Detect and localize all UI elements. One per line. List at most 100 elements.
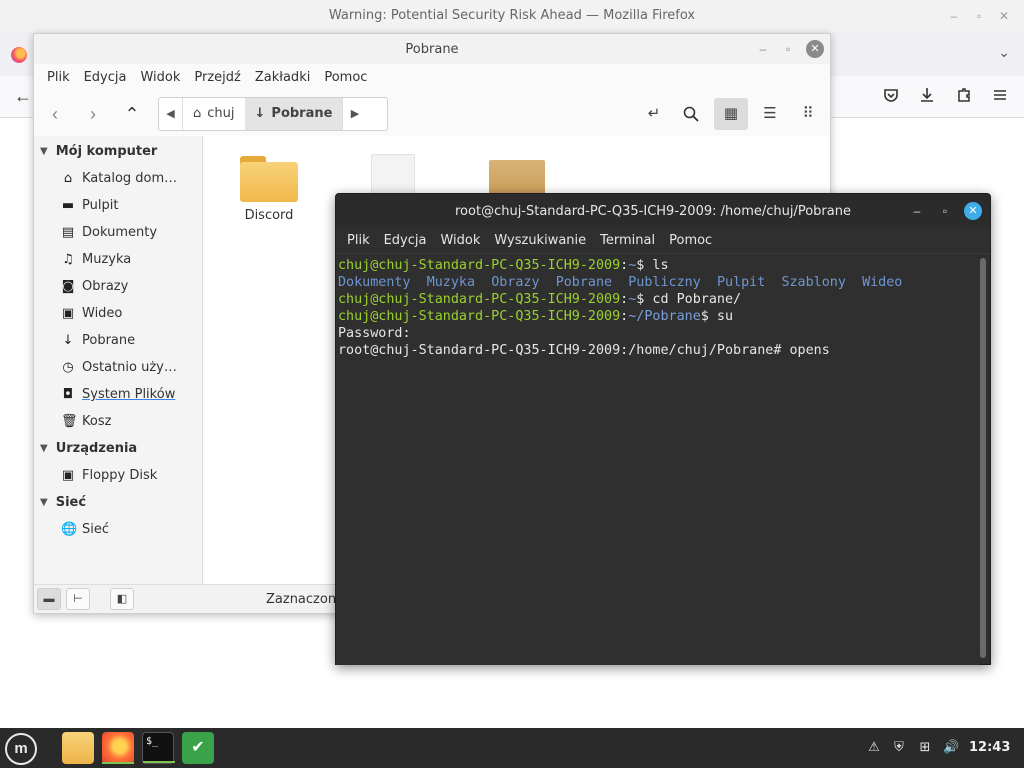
downloads-icon[interactable] bbox=[918, 86, 938, 106]
recent-icon: ◷ bbox=[62, 360, 74, 375]
hide-sidebar-icon[interactable]: ◧ bbox=[110, 588, 134, 610]
menu-view[interactable]: Widok bbox=[133, 66, 187, 92]
sidebar-section-network[interactable]: ▼ Sieć bbox=[34, 489, 202, 516]
terminal-output[interactable]: chuj@chuj-Standard-PC-Q35-ICH9-2009:~$ l… bbox=[336, 255, 979, 665]
clock[interactable]: 12:43 bbox=[969, 740, 1010, 755]
up-icon[interactable]: ⌃ bbox=[119, 103, 145, 127]
maximize-icon[interactable]: ▫ bbox=[936, 202, 954, 220]
menu-help[interactable]: Pomoc bbox=[662, 228, 719, 253]
terminal-launcher-icon[interactable]: $_ bbox=[142, 732, 175, 764]
extensions-icon[interactable] bbox=[955, 86, 975, 106]
sidebar-item-trash[interactable]: 🗑 Kosz bbox=[34, 408, 202, 435]
terminal-line: Password: bbox=[338, 325, 977, 342]
path-crumb-home[interactable]: ⌂ chuj bbox=[183, 98, 245, 130]
terminal-window: root@chuj-Standard-PC-Q35-ICH9-2009: /ho… bbox=[335, 193, 991, 665]
sidebar-section-devices[interactable]: ▼ Urządzenia bbox=[34, 435, 202, 462]
sidebar-item-desktop[interactable]: ▬ Pulpit bbox=[34, 192, 202, 219]
ls-entry: Obrazy bbox=[491, 275, 540, 290]
prompt-path: ~/Pobrane bbox=[628, 309, 701, 324]
status-text: Zaznaczono bbox=[266, 592, 345, 607]
list-all-tabs-icon[interactable]: ⌄ bbox=[998, 44, 1010, 61]
firefox-window-title: Warning: Potential Security Risk Ahead —… bbox=[328, 8, 696, 23]
sidebar-item-label: Wideo bbox=[82, 306, 123, 321]
sidebar-item-downloads[interactable]: ↓ Pobrane bbox=[34, 327, 202, 354]
music-icon: ♫ bbox=[62, 252, 74, 267]
sidebar-item-documents[interactable]: ▤ Dokumenty bbox=[34, 219, 202, 246]
close-icon[interactable]: ✕ bbox=[964, 202, 982, 220]
menu-help[interactable]: Pomoc bbox=[317, 66, 374, 92]
file-item-folder[interactable]: Discord bbox=[229, 154, 309, 223]
shield-icon[interactable]: ✔ bbox=[182, 732, 214, 764]
close-icon[interactable]: ✕ bbox=[806, 40, 824, 58]
menu-view[interactable]: Widok bbox=[433, 228, 487, 253]
maximize-icon[interactable]: ▫ bbox=[779, 40, 797, 58]
path-right-arrow-icon[interactable]: ▶ bbox=[342, 98, 366, 130]
search-icon[interactable] bbox=[674, 98, 708, 130]
hamburger-menu-icon[interactable] bbox=[991, 86, 1011, 106]
file-manager-menubar: Plik Edycja Widok Przejdź Zakładki Pomoc bbox=[34, 66, 830, 92]
sidebar-item-home[interactable]: ⌂ Katalog dom… bbox=[34, 165, 202, 192]
path-crumb-current[interactable]: ↓ Pobrane bbox=[244, 98, 343, 130]
menu-go[interactable]: Przejdź bbox=[187, 66, 247, 92]
file-item-label: Discord bbox=[244, 208, 294, 223]
sidebar-item-label: Obrazy bbox=[82, 279, 129, 294]
documents-icon: ▤ bbox=[61, 225, 75, 240]
sidebar-item-videos[interactable]: ▣ Wideo bbox=[34, 300, 202, 327]
menu-terminal[interactable]: Terminal bbox=[593, 228, 662, 253]
sidebar-item-label: System Plików bbox=[82, 387, 176, 402]
network-icon[interactable]: ⊞ bbox=[917, 739, 933, 755]
files-launcher-icon[interactable] bbox=[62, 732, 94, 764]
minimize-icon[interactable]: – bbox=[908, 202, 926, 220]
menu-bookmarks[interactable]: Zakładki bbox=[248, 66, 317, 92]
terminal-line: chuj@chuj-Standard-PC-Q35-ICH9-2009:~$ l… bbox=[338, 258, 669, 273]
sidebar-item-label: Kosz bbox=[82, 414, 112, 429]
menu-edit[interactable]: Edycja bbox=[377, 228, 434, 253]
sidebar-item-music[interactable]: ♫ Muzyka bbox=[34, 246, 202, 273]
video-icon: ▣ bbox=[61, 306, 75, 321]
menu-file[interactable]: Plik bbox=[340, 228, 377, 253]
ls-entry: Szablony bbox=[781, 275, 846, 290]
pocket-icon[interactable] bbox=[882, 86, 902, 106]
list-view-icon[interactable]: ☰ bbox=[753, 98, 787, 130]
sidebar-item-floppy[interactable]: ▣ Floppy Disk bbox=[34, 462, 202, 489]
sidebar-item-label: Ostatnio uży… bbox=[82, 360, 177, 375]
terminal-line: chuj@chuj-Standard-PC-Q35-ICH9-2009:~/Po… bbox=[338, 309, 734, 324]
close-icon[interactable]: ✕ bbox=[996, 8, 1012, 24]
sidebar-item-filesystem[interactable]: ◘ System Plików bbox=[34, 381, 202, 408]
file-manager-title: Pobrane bbox=[405, 42, 459, 57]
maximize-icon[interactable]: ▫ bbox=[971, 8, 987, 24]
icon-view-icon[interactable]: ▦ bbox=[714, 98, 748, 130]
ls-entry: Publiczny bbox=[628, 275, 701, 290]
show-places-icon[interactable]: ▬ bbox=[37, 588, 61, 610]
menu-edit[interactable]: Edycja bbox=[77, 66, 134, 92]
prompt-user-host: chuj@chuj-Standard-PC-Q35-ICH9-2009 bbox=[338, 258, 621, 273]
sidebar-section-label: Urządzenia bbox=[55, 441, 138, 456]
mint-menu-icon[interactable]: m bbox=[5, 733, 37, 765]
sidebar-item-network[interactable]: 🌐 Sieć bbox=[34, 516, 202, 543]
download-icon: ↓ bbox=[254, 106, 266, 121]
compact-view-icon[interactable]: ⠿ bbox=[791, 98, 825, 130]
sidebar-item-label: Dokumenty bbox=[82, 225, 158, 240]
volume-icon[interactable]: 🔊 bbox=[943, 739, 959, 755]
command-text: su bbox=[716, 309, 734, 324]
terminal-scrollbar[interactable] bbox=[980, 258, 986, 658]
minimize-icon[interactable]: – bbox=[946, 8, 962, 24]
toggle-location-icon[interactable]: ↵ bbox=[637, 98, 671, 130]
chevron-down-icon: ▼ bbox=[40, 497, 48, 508]
menu-file[interactable]: Plik bbox=[40, 66, 77, 92]
minimize-icon[interactable]: – bbox=[754, 40, 772, 58]
menu-search[interactable]: Wyszukiwanie bbox=[487, 228, 593, 253]
notification-icon[interactable]: ⚠ bbox=[866, 739, 882, 755]
sidebar-item-recent[interactable]: ◷ Ostatnio uży… bbox=[34, 354, 202, 381]
back-arrow-icon[interactable]: ← bbox=[14, 86, 32, 107]
sidebar-section-my-computer[interactable]: ▼ Mój komputer bbox=[34, 138, 202, 165]
update-shield-icon[interactable]: ⛨ bbox=[891, 739, 907, 755]
back-icon[interactable]: ‹ bbox=[42, 103, 68, 127]
firefox-launcher-icon[interactable] bbox=[102, 732, 134, 764]
sidebar-item-pictures[interactable]: ◙ Obrazy bbox=[34, 273, 202, 300]
running-indicator bbox=[102, 762, 134, 764]
sidebar-section-label: Mój komputer bbox=[55, 144, 158, 159]
forward-icon[interactable]: › bbox=[80, 103, 106, 127]
show-tree-icon[interactable]: ⊢ bbox=[66, 588, 90, 610]
path-left-arrow-icon[interactable]: ◀ bbox=[159, 98, 183, 130]
